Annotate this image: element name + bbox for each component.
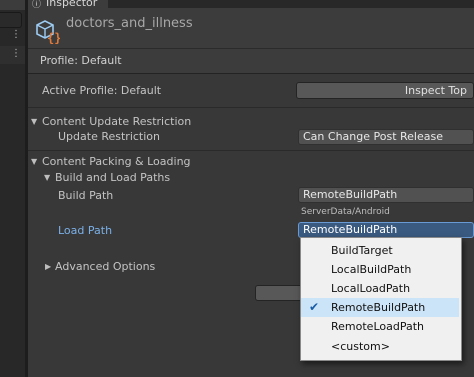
svg-text:{}: {}: [47, 31, 60, 44]
build-path-label: Build Path: [58, 189, 114, 202]
more-options-icon[interactable]: ⋮: [11, 29, 21, 41]
menu-item-buildtarget[interactable]: BuildTarget: [301, 241, 459, 260]
profile-bar-text: Profile: Default: [40, 54, 122, 67]
build-load-paths-header[interactable]: Build and Load Paths: [55, 171, 170, 184]
asset-name: doctors_and_illness: [66, 16, 193, 31]
foldout-collapsed-icon[interactable]: ▶: [45, 262, 51, 271]
menu-item-label: <custom>: [331, 340, 390, 353]
foldout-expanded-icon[interactable]: ▼: [31, 157, 37, 166]
active-profile-label: Active Profile: Default: [42, 84, 162, 97]
section-divider: [28, 150, 474, 151]
addressable-settings-icon: {}: [36, 20, 60, 44]
menu-item-remoteloadpath[interactable]: RemoteLoadPath: [301, 317, 459, 336]
load-path-dropdown-menu: BuildTarget LocalBuildPath LocalLoadPath…: [300, 237, 462, 361]
menu-item-label: RemoteLoadPath: [331, 320, 424, 333]
asset-header: {} doctors_and_illness: [28, 8, 474, 48]
update-restriction-dropdown[interactable]: Can Change Post Release: [298, 129, 474, 145]
load-path-dropdown[interactable]: RemoteBuildPath: [298, 222, 474, 238]
update-restriction-label: Update Restriction: [58, 130, 160, 143]
section-divider: [28, 107, 474, 108]
hidden-button[interactable]: [255, 285, 305, 301]
profile-bar: Profile: Default: [28, 48, 474, 74]
foldout-expanded-icon[interactable]: ▼: [44, 173, 50, 182]
menu-item-label: BuildTarget: [331, 244, 393, 257]
build-path-resolved: ServerData/Android: [301, 207, 390, 217]
menu-item-remotebuildpath[interactable]: ✔ RemoteBuildPath: [301, 298, 459, 317]
menu-item-custom[interactable]: <custom>: [301, 337, 459, 356]
checkmark-icon: ✔: [308, 300, 320, 314]
more-options-icon[interactable]: ⋮: [11, 48, 21, 60]
menu-item-label: LocalBuildPath: [331, 263, 412, 276]
menu-item-label: LocalLoadPath: [331, 282, 411, 295]
menu-item-localbuildpath[interactable]: LocalBuildPath: [301, 260, 459, 279]
left-panel-row[interactable]: ⋮: [0, 46, 25, 64]
content-packing-header[interactable]: Content Packing & Loading: [42, 155, 191, 168]
advanced-options-header[interactable]: Advanced Options: [55, 260, 155, 273]
content-update-header[interactable]: Content Update Restriction: [42, 115, 191, 128]
left-panel-toolbar: [0, 0, 25, 10]
foldout-expanded-icon[interactable]: ▼: [31, 117, 37, 126]
build-path-dropdown[interactable]: RemoteBuildPath: [298, 187, 474, 203]
menu-item-localloadpath[interactable]: LocalLoadPath: [301, 279, 459, 298]
menu-item-label: RemoteBuildPath: [331, 301, 426, 314]
load-path-label: Load Path: [58, 224, 113, 237]
inspect-top-button[interactable]: Inspect Top: [296, 82, 474, 99]
left-panel-search-field[interactable]: [0, 12, 22, 28]
left-panel-strip: ⋮ ⋮: [0, 0, 25, 377]
